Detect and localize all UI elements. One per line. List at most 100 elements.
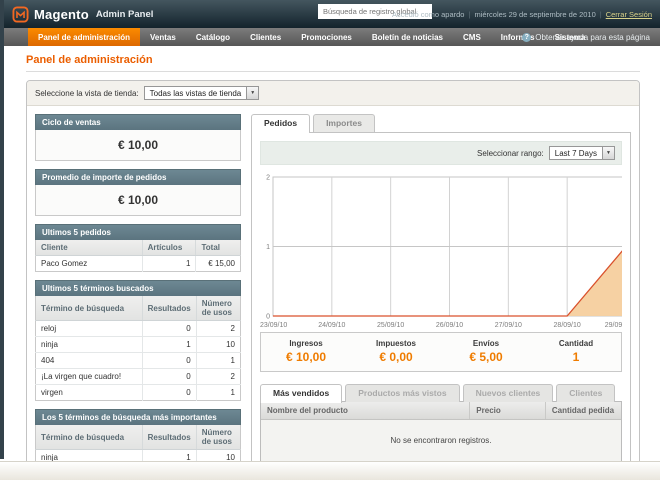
table-row: Paco Gomez1€ 15,00	[36, 256, 241, 272]
column-header: Cliente	[36, 240, 143, 256]
total-label: Impuestos	[351, 339, 441, 348]
average-order-box: Promedio de importe de pedidos € 10,00	[35, 169, 241, 216]
table-row: ¡La virgen que cuadro!02	[36, 369, 241, 385]
table-row: reloj02	[36, 321, 241, 337]
help-link[interactable]: ? Obtener ayuda para esta página	[522, 28, 650, 46]
svg-text:1: 1	[266, 244, 270, 251]
tab[interactable]: Productos más vistos	[345, 384, 459, 402]
tab[interactable]: Nuevos clientes	[463, 384, 554, 402]
total-stat: Cantidad1	[531, 339, 621, 364]
nav-item[interactable]: Panel de administración	[28, 28, 140, 46]
table-cell: virgen	[36, 385, 143, 401]
nav-item[interactable]: Boletín de noticias	[362, 28, 453, 46]
table-cell: 1	[196, 353, 240, 369]
table-cell: 2	[196, 321, 240, 337]
column-header: Cantidad pedida	[545, 402, 621, 420]
store-view-value: Todas las vistas de tienda	[145, 89, 247, 98]
total-stat: Envíos€ 5,00	[441, 339, 531, 364]
current-date: miércoles 29 de septiembre de 2010	[474, 10, 595, 19]
nav-item[interactable]: Catálogo	[186, 28, 240, 46]
nav-item[interactable]: Clientes	[240, 28, 291, 46]
magento-admin-app: Magento Admin Panel Accedió como apardo …	[0, 0, 660, 480]
table-cell: 1	[142, 256, 196, 272]
svg-text:27/09/10: 27/09/10	[495, 322, 522, 329]
table-cell: 1	[196, 385, 240, 401]
store-view-bar: Seleccione la vista de tienda: Todas las…	[27, 81, 639, 106]
store-view-label: Seleccione la vista de tienda:	[35, 89, 139, 98]
column-header: Nombre del producto	[261, 402, 470, 420]
store-view-select[interactable]: Todas las vistas de tienda ▼	[144, 86, 260, 100]
table-cell: ninja	[36, 337, 143, 353]
chart-area: 01223/09/1024/09/1025/09/1026/09/1027/09…	[260, 165, 622, 332]
total-label: Cantidad	[531, 339, 621, 348]
box-title: Ciclo de ventas	[35, 114, 241, 130]
range-value: Last 7 Days	[550, 149, 602, 158]
left-column: Ciclo de ventas € 10,00 Promedio de impo…	[35, 114, 241, 480]
svg-text:2: 2	[266, 175, 270, 182]
window-edge	[0, 0, 4, 459]
lifetime-sales-box: Ciclo de ventas € 10,00	[35, 114, 241, 161]
tab[interactable]: Más vendidos	[260, 384, 342, 403]
logged-in-as: Accedió como apardo	[392, 10, 465, 19]
orders-chart: 01223/09/1024/09/1025/09/1026/09/1027/09…	[260, 170, 622, 330]
column-header: Número de usos	[196, 296, 240, 321]
nav-item[interactable]: Promociones	[291, 28, 362, 46]
box-title: Ultimos 5 términos buscados	[35, 280, 241, 296]
total-stat: Impuestos€ 0,00	[351, 339, 441, 364]
table-cell: 1	[142, 337, 196, 353]
table-cell: ¡La virgen que cuadro!	[36, 369, 143, 385]
table-cell: Paco Gomez	[36, 256, 143, 272]
brand-subtitle: Admin Panel	[96, 9, 154, 20]
tab[interactable]: Pedidos	[251, 114, 310, 133]
brand-name: Magento	[34, 7, 89, 22]
dashboard-columns: Ciclo de ventas € 10,00 Promedio de impo…	[27, 106, 639, 480]
right-column: PedidosImportes Seleccionar rango: Last …	[251, 114, 631, 480]
logout-link[interactable]: Cerrar Sesión	[606, 10, 652, 19]
chart-tabs: PedidosImportes	[251, 114, 631, 132]
empty-message: No se encontraron registros.	[261, 420, 621, 464]
range-toolbar: Seleccionar rango: Last 7 Days ▼	[260, 141, 622, 165]
column-header: Total	[196, 240, 241, 256]
main-nav: Panel de administraciónVentasCatálogoCli…	[0, 28, 660, 46]
page-content: Panel de administración Seleccione la vi…	[0, 46, 660, 480]
svg-text:24/09/10: 24/09/10	[318, 322, 345, 329]
nav-items: Panel de administraciónVentasCatálogoCli…	[28, 28, 595, 46]
chevron-down-icon: ▼	[246, 87, 258, 99]
column-header: Resultados	[142, 296, 196, 321]
svg-text:25/09/10: 25/09/10	[377, 322, 404, 329]
tab[interactable]: Importes	[313, 114, 375, 132]
table-cell: 2	[196, 369, 240, 385]
help-icon: ?	[522, 33, 531, 42]
chevron-down-icon: ▼	[602, 147, 614, 159]
left-table-box: Ultimos 5 términos buscadosTérmino de bú…	[35, 280, 241, 401]
total-value: € 10,00	[261, 350, 351, 364]
table-cell: 0	[142, 321, 196, 337]
header-user-area: Accedió como apardo | miércoles 29 de se…	[392, 0, 652, 28]
chart-panel: Seleccionar rango: Last 7 Days ▼ 01223/0…	[251, 132, 631, 473]
data-table: Término de búsquedaResultadosNúmero de u…	[35, 296, 241, 401]
svg-text:0: 0	[266, 314, 270, 321]
nav-item[interactable]: Ventas	[140, 28, 186, 46]
totals-row: Ingresos€ 10,00Impuestos€ 0,00Envíos€ 5,…	[260, 332, 622, 372]
range-label: Seleccionar rango:	[477, 149, 544, 158]
box-title: Los 5 términos de búsqueda más important…	[35, 409, 241, 425]
table-row: ninja110	[36, 337, 241, 353]
range-select[interactable]: Last 7 Days ▼	[549, 146, 615, 160]
empty-row: No se encontraron registros.	[261, 420, 621, 464]
total-stat: Ingresos€ 10,00	[261, 339, 351, 364]
column-header: Precio	[470, 402, 546, 420]
dashboard-container: Seleccione la vista de tienda: Todas las…	[26, 80, 640, 480]
table-row: 40401	[36, 353, 241, 369]
tab[interactable]: Clientes	[556, 384, 615, 402]
box-title: Promedio de importe de pedidos	[35, 169, 241, 185]
grid-tabs: Más vendidosProductos más vistosNuevos c…	[260, 384, 622, 402]
separator: |	[468, 10, 470, 19]
left-tables: Ultimos 5 pedidosClienteArtículosTotalPa…	[35, 224, 241, 480]
svg-text:28/09/10: 28/09/10	[554, 322, 581, 329]
data-table: ClienteArtículosTotalPaco Gomez1€ 15,00	[35, 240, 241, 272]
products-header-row: Nombre del productoPrecioCantidad pedida	[261, 402, 621, 420]
column-header: Término de búsqueda	[36, 425, 143, 450]
table-cell: 0	[142, 385, 196, 401]
nav-item[interactable]: CMS	[453, 28, 491, 46]
table-row: virgen01	[36, 385, 241, 401]
